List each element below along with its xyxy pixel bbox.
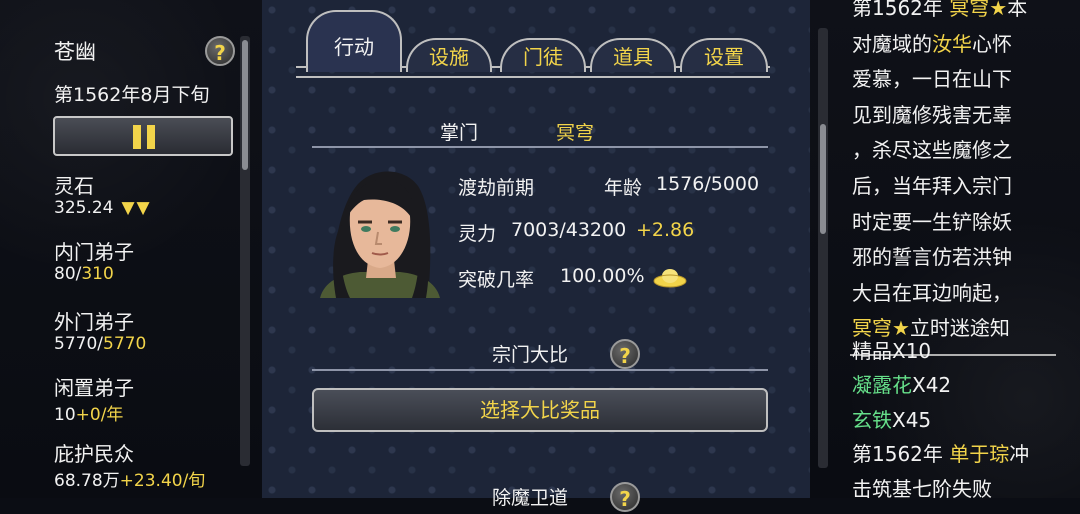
story-segment: 心怀	[972, 31, 1012, 56]
story-line: 大吕在耳边响起，	[852, 277, 1012, 306]
tab-3[interactable]: 道具	[590, 38, 676, 72]
pause-icon	[133, 125, 141, 149]
story-line: 时定要一生铲除妖	[852, 206, 1012, 235]
stat-value-main: 80/	[54, 264, 82, 284]
log-line: 精品X10	[852, 335, 931, 364]
pause-button[interactable]	[53, 116, 233, 156]
story-segment: 对魔域的	[852, 31, 932, 56]
story-line: 第1562年 冥穹★本	[852, 0, 1027, 21]
stat-value: 68.78万+23.40/旬	[54, 466, 205, 491]
tournament-title: 宗门大比	[492, 344, 569, 366]
stat-value-extra: +23.40/旬	[119, 471, 206, 491]
leader-power-rate: +2.86	[636, 219, 695, 241]
divider	[312, 146, 768, 148]
log-segment: 玄铁	[852, 407, 892, 432]
stat-value-main: 325.24	[54, 198, 114, 218]
leader-power-label: 灵力	[458, 223, 497, 245]
story-segment: 第1562年	[852, 0, 950, 20]
story-line: 对魔域的汝华心怀	[852, 28, 1012, 57]
log-line: 凝露花X42	[852, 369, 951, 398]
log-line: 第1562年 单于琮冲	[852, 438, 1029, 467]
story-line: 见到魔修残害无辜	[852, 99, 1012, 128]
story-segment: 时定要一生铲除妖	[852, 209, 1012, 234]
log-segment: X45	[892, 407, 932, 432]
stat-value-extra: 5770	[103, 334, 147, 354]
log-segment: X42	[912, 373, 952, 398]
story-line: 爱慕，一日在山下	[852, 63, 1012, 92]
sect-help-button[interactable]: ?	[205, 36, 235, 66]
stat-value-extra: +0/年	[75, 405, 124, 425]
tab-0[interactable]: 行动	[306, 10, 402, 72]
leader-name[interactable]: 冥穹	[556, 118, 594, 145]
sect-name: 苍幽	[54, 40, 96, 64]
pause-icon-bar	[147, 125, 155, 149]
stat-label: 庇护民众	[54, 442, 134, 466]
stat-value: 80/310	[54, 264, 114, 284]
story-segment: ，杀尽这些魔修之	[852, 138, 1012, 163]
stat-value-extra: 310	[81, 264, 114, 284]
stat-value-main: 10	[54, 405, 76, 425]
choose-prize-button[interactable]: 选择大比奖品	[312, 388, 768, 432]
stat-value: 5770/5770	[54, 334, 146, 354]
demon-hunt-title: 除魔卫道	[492, 487, 569, 509]
leader-portrait[interactable]	[320, 164, 440, 298]
breakthrough-value: 100.00%	[560, 265, 645, 287]
stat-label: 闲置弟子	[54, 376, 134, 400]
tab-2[interactable]: 门徒	[500, 38, 586, 72]
stat-value: 325.24 ▼▼	[54, 198, 152, 218]
story-segment: 爱慕，一日在山下	[852, 67, 1012, 92]
log-line: 玄铁X45	[852, 404, 931, 433]
story-text-box[interactable]: 第1562年 冥穹★本对魔域的汝华心怀爱慕，一日在山下 见到魔修残害无辜 ，杀尽这些…	[852, 0, 1062, 340]
stat-label: 灵石	[54, 174, 94, 198]
divider	[312, 369, 768, 371]
game-date: 第1562年8月下旬	[54, 84, 210, 106]
leader-age-value: 1576/5000	[656, 173, 760, 195]
story-segment: 本	[1007, 0, 1028, 20]
stat-label: 内门弟子	[54, 240, 134, 264]
decrease-arrows-icon: ▼▼	[121, 198, 152, 218]
tab-1[interactable]: 设施	[406, 38, 492, 72]
log-segment: 单于琮	[949, 442, 1010, 467]
leader-age-label: 年龄	[604, 177, 643, 199]
stat-value-main: 5770/	[54, 334, 103, 354]
stat-value-main: 68.78万	[54, 471, 120, 491]
story-line: 邪的誓言仿若洪钟	[852, 241, 1012, 270]
center-scrollbar-thumb[interactable]	[820, 124, 826, 234]
story-segment: 冥穹★	[949, 0, 1008, 20]
story-segment: 汝华	[932, 31, 972, 56]
breakthrough-pill-icon[interactable]	[652, 266, 688, 290]
stat-value: 10+0/年	[54, 400, 123, 425]
leader-realm: 渡劫前期	[458, 177, 535, 199]
story-segment: 大吕在耳边响起，	[852, 280, 1012, 305]
story-segment: 后，当年拜入宗门	[852, 174, 1012, 198]
story-line: 后，当年拜入宗门	[852, 170, 1012, 199]
log-segment: 精品X10	[852, 339, 932, 363]
log-segment: 第1562年	[852, 442, 950, 467]
demon-hunt-help-button[interactable]: ?	[610, 482, 640, 512]
breakthrough-label: 突破几率	[458, 269, 535, 291]
story-segment: 见到魔修残害无辜	[852, 102, 1012, 127]
story-line: ，杀尽这些魔修之	[852, 134, 1012, 163]
log-line: 击筑基七阶失败	[852, 473, 992, 502]
tab-4[interactable]: 设置	[680, 38, 768, 72]
log-segment: 凝露花	[852, 373, 912, 398]
story-segment: 邪的誓言仿若洪钟	[852, 245, 1012, 270]
log-segment: 击筑基七阶失败	[852, 476, 992, 501]
leader-title-label: 掌门	[440, 122, 479, 144]
tournament-help-button[interactable]: ?	[610, 339, 640, 369]
stat-label: 外门弟子	[54, 310, 134, 334]
left-scrollbar-thumb[interactable]	[242, 40, 248, 170]
center-scrollbar[interactable]	[818, 28, 828, 468]
leader-power-value: 7003/43200	[511, 219, 627, 241]
log-segment: 冲	[1009, 442, 1030, 467]
